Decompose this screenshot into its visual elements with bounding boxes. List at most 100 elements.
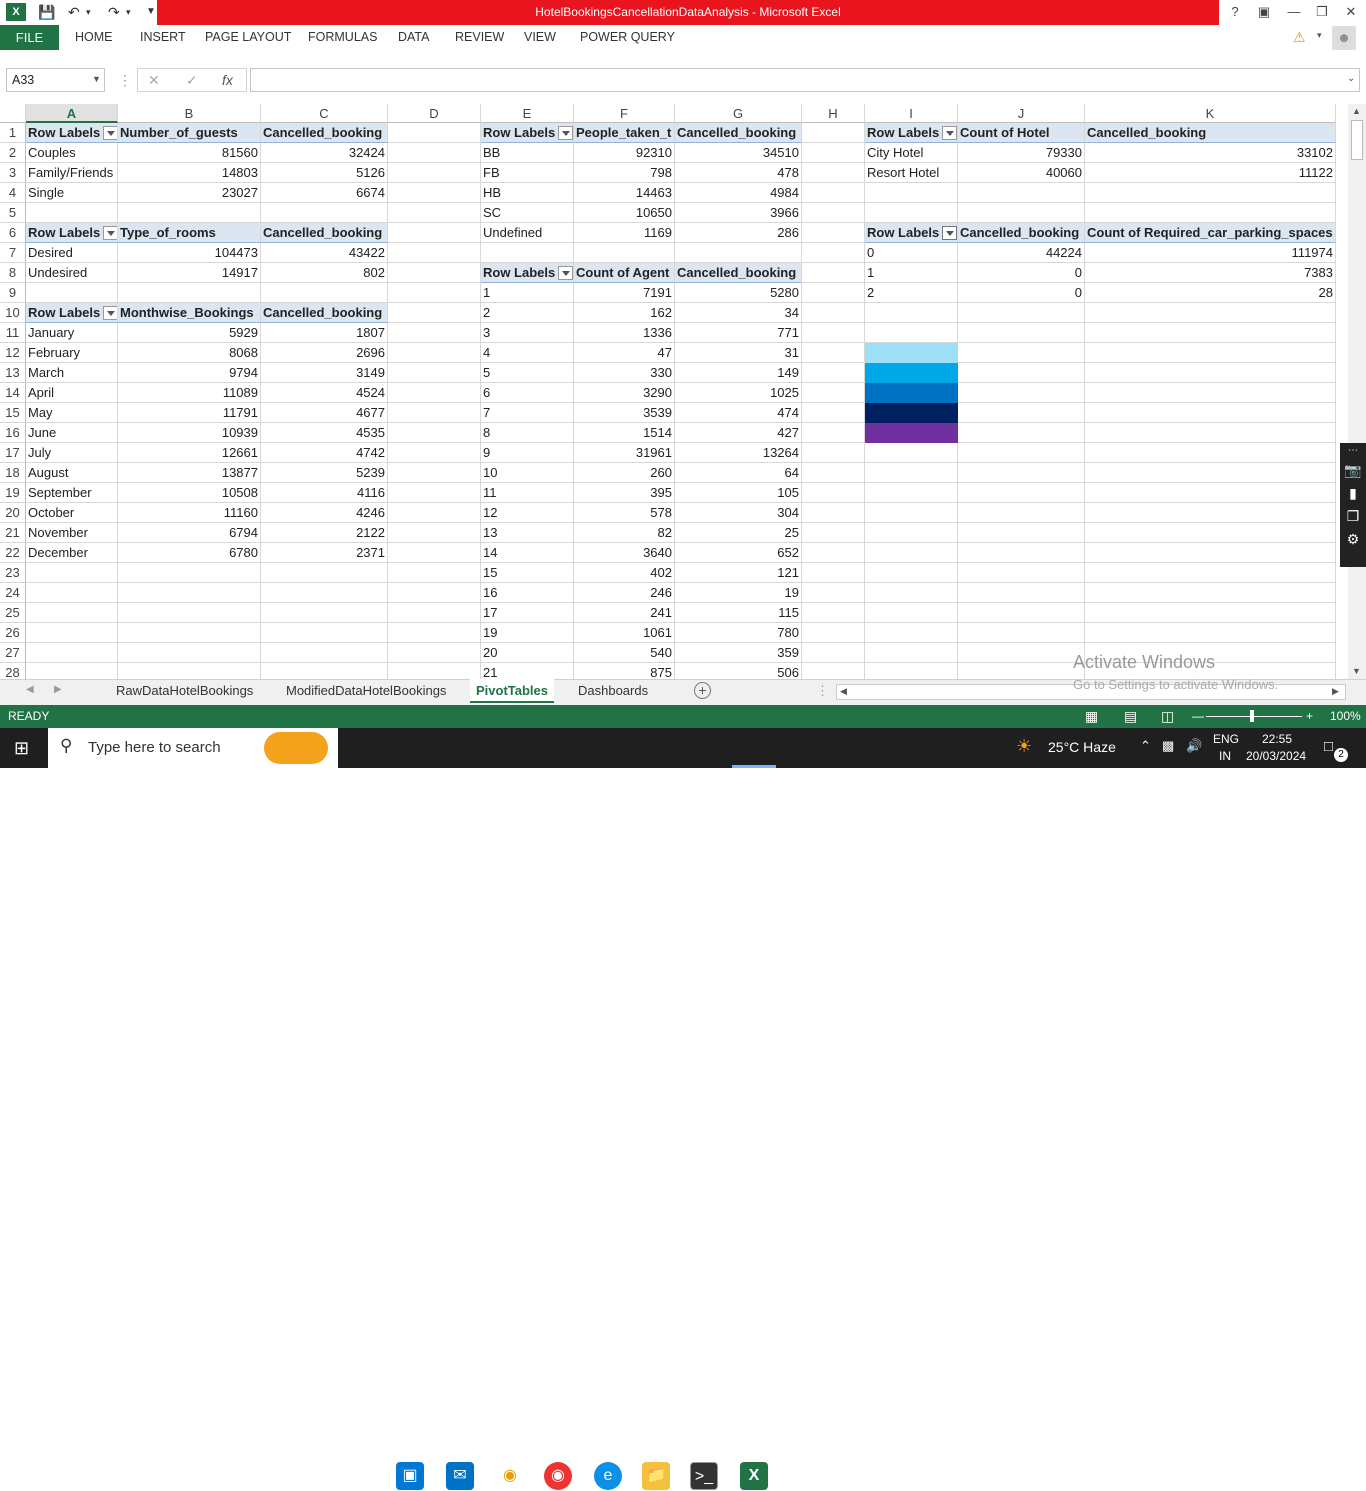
cancel-icon[interactable]: ✕ xyxy=(148,72,160,89)
ribbon-tab-formulas[interactable]: FORMULAS xyxy=(308,25,377,50)
grid-cell[interactable] xyxy=(958,183,1085,203)
pivot_guests-cell[interactable]: 32424 xyxy=(261,143,388,163)
grid-cell[interactable] xyxy=(26,623,118,643)
formula-input[interactable] xyxy=(250,68,1360,92)
grid-cell[interactable] xyxy=(388,243,481,263)
pivot_parking-cell[interactable]: 0 xyxy=(958,283,1085,303)
undo-icon[interactable]: ↶ xyxy=(68,2,80,22)
tray-chevron-icon[interactable]: ⌃ xyxy=(1140,738,1151,754)
grid-cell[interactable] xyxy=(388,523,481,543)
chrome-icon[interactable]: ◉ xyxy=(544,1462,572,1490)
grid-cell[interactable] xyxy=(865,323,958,343)
pivot_agent-cell[interactable]: 875 xyxy=(574,663,675,679)
grid-cell[interactable] xyxy=(802,583,865,603)
pivot_parking-cell[interactable]: 7383 xyxy=(1085,263,1336,283)
grid-cell[interactable] xyxy=(958,323,1085,343)
grid-cell[interactable] xyxy=(1085,403,1336,423)
ribbon-tab-insert[interactable]: INSERT xyxy=(140,25,186,50)
pivot_agent-cell[interactable]: 3 xyxy=(481,323,574,343)
pivot_rooms-cell[interactable]: 43422 xyxy=(261,243,388,263)
grid-cell[interactable] xyxy=(388,463,481,483)
grid-cell[interactable] xyxy=(802,463,865,483)
language-secondary[interactable]: IN xyxy=(1219,749,1231,763)
grid-cell[interactable] xyxy=(388,383,481,403)
pivot_agent-cell[interactable]: 8 xyxy=(481,423,574,443)
pivot_rooms-cell[interactable]: 802 xyxy=(261,263,388,283)
grid-cell[interactable] xyxy=(802,523,865,543)
pivot_agent-cell[interactable]: 780 xyxy=(675,623,802,643)
grid-cell[interactable] xyxy=(118,603,261,623)
next-sheet-icon[interactable]: ▶ xyxy=(54,684,62,695)
pivot_guests-cell[interactable]: Couples xyxy=(26,143,118,163)
pivot_months-cell[interactable]: October xyxy=(26,503,118,523)
pivot_meal-cell[interactable]: Undefined xyxy=(481,223,574,243)
pivot_agent-cell[interactable]: 246 xyxy=(574,583,675,603)
grid-cell[interactable] xyxy=(118,563,261,583)
excel-taskbar-icon[interactable]: X xyxy=(740,1462,768,1490)
scroll-up-icon[interactable]: ▲ xyxy=(1352,106,1361,116)
pivot_guests-cell[interactable]: 5126 xyxy=(261,163,388,183)
camera-icon[interactable]: 📷 xyxy=(1340,462,1366,479)
grid-cell[interactable] xyxy=(865,543,958,563)
pivot_agent-cell[interactable]: 241 xyxy=(574,603,675,623)
grid-cell[interactable] xyxy=(388,123,481,143)
scroll-down-icon[interactable]: ▼ xyxy=(1352,666,1361,676)
pivot_agent-cell[interactable]: 427 xyxy=(675,423,802,443)
color-swatch[interactable] xyxy=(865,383,958,403)
color-swatch[interactable] xyxy=(865,423,958,443)
grid-cell[interactable] xyxy=(118,283,261,303)
pivot_agent-cell[interactable]: 1025 xyxy=(675,383,802,403)
grid-cell[interactable] xyxy=(118,203,261,223)
grid-cell[interactable] xyxy=(802,503,865,523)
windows-start-icon[interactable]: ⊞ xyxy=(14,738,29,759)
pivot_guests-cell[interactable]: 6674 xyxy=(261,183,388,203)
grid-cell[interactable] xyxy=(1085,463,1336,483)
grid-cell[interactable] xyxy=(865,563,958,583)
pivot_rooms-cell[interactable]: Undesired xyxy=(26,263,118,283)
pivot_guests-cell[interactable]: 14803 xyxy=(118,163,261,183)
ribbon-tab-view[interactable]: VIEW xyxy=(524,25,556,50)
pivot_hotel-cell[interactable]: 40060 xyxy=(958,163,1085,183)
sheet-tab-rawdatahotelbookings[interactable]: RawDataHotelBookings xyxy=(110,679,259,703)
pivot_agent-cell[interactable]: 652 xyxy=(675,543,802,563)
grid-cell[interactable] xyxy=(958,643,1085,663)
settings-gear-icon[interactable]: ⚙ xyxy=(1340,531,1366,548)
pivot_guests-cell[interactable]: Family/Friends xyxy=(26,163,118,183)
pivot_parking-cell[interactable]: 0 xyxy=(958,263,1085,283)
grid-cell[interactable] xyxy=(802,363,865,383)
pivot_parking-cell[interactable]: 28 xyxy=(1085,283,1336,303)
grid-cell[interactable] xyxy=(958,303,1085,323)
column-header-e[interactable]: E xyxy=(481,104,574,123)
pivot_agent-cell[interactable]: 1336 xyxy=(574,323,675,343)
row-header-7[interactable]: 7 xyxy=(0,243,26,263)
pivot_months-cell[interactable]: March xyxy=(26,363,118,383)
pivot_agent-cell[interactable]: 4 xyxy=(481,343,574,363)
grid-cell[interactable] xyxy=(958,363,1085,383)
pivot_agent-cell[interactable]: 20 xyxy=(481,643,574,663)
pivot_meal-cell[interactable]: 286 xyxy=(675,223,802,243)
grid-cell[interactable] xyxy=(118,583,261,603)
taskbar-search-box[interactable]: ⚲ Type here to search xyxy=(48,728,338,768)
row-header-28[interactable]: 28 xyxy=(0,663,26,679)
insert-function-icon[interactable]: fx xyxy=(222,72,233,88)
grid-cell[interactable] xyxy=(865,203,958,223)
edge-icon[interactable]: e xyxy=(594,1462,622,1490)
row-header-16[interactable]: 16 xyxy=(0,423,26,443)
add-sheet-icon[interactable]: + xyxy=(694,682,711,699)
grid-cell[interactable] xyxy=(388,423,481,443)
pivot_months-cell[interactable]: 3149 xyxy=(261,363,388,383)
redo-icon[interactable]: ↷ xyxy=(108,2,120,22)
grid-cell[interactable] xyxy=(865,663,958,679)
grid-cell[interactable] xyxy=(958,543,1085,563)
grid-cell[interactable] xyxy=(1085,363,1336,383)
grid-cell[interactable] xyxy=(958,663,1085,679)
pivot_meal-cell[interactable]: HB xyxy=(481,183,574,203)
color-swatch[interactable] xyxy=(865,403,958,423)
grid-cell[interactable] xyxy=(26,583,118,603)
grid-cell[interactable] xyxy=(118,643,261,663)
ribbon-tab-review[interactable]: REVIEW xyxy=(455,25,504,50)
row-header-3[interactable]: 3 xyxy=(0,163,26,183)
grid-cell[interactable] xyxy=(1085,623,1336,643)
grid-cell[interactable] xyxy=(261,563,388,583)
grid-cell[interactable] xyxy=(388,623,481,643)
